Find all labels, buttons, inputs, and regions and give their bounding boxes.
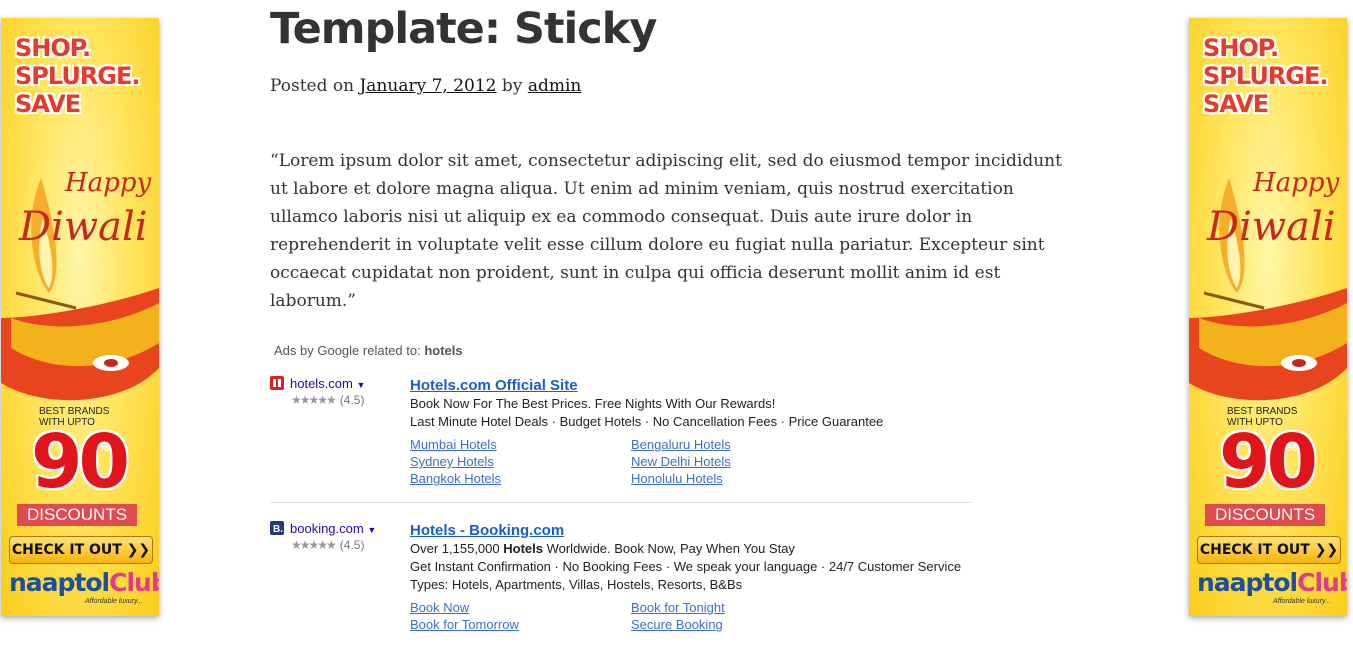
right-ad-banner[interactable]: SHOP. SPLURGE. SAVE Happy Diwali BEST BR… (1189, 18, 1347, 616)
posted-on-label: Posted on (270, 76, 355, 96)
sitelink-new-delhi-hotels[interactable]: New Delhi Hotels (631, 453, 731, 470)
banner-percent-sign: % (99, 442, 109, 454)
dropdown-arrow-icon[interactable]: ▼ (357, 380, 366, 390)
sitelink-secure-booking[interactable]: Secure Booking (631, 616, 723, 633)
left-ad-banner[interactable]: SHOP. SPLURGE. SAVE Happy Diwali BEST BR… (1, 18, 159, 616)
sitelink-book-for-tonight[interactable]: Book for Tonight (631, 599, 725, 616)
banner-headline: SHOP. SPLURGE. SAVE (1203, 34, 1329, 118)
banner-best-brands-line: BEST BRANDS (39, 406, 110, 417)
naaptol-club-logo: naaptolClub (1197, 568, 1347, 597)
ad-description-line: Over 1,155,000 Hotels Worldwide. Book No… (410, 540, 970, 558)
logo-text-club: Club (109, 568, 159, 597)
logo-text-club: Club (1297, 568, 1347, 597)
ad-domain[interactable]: booking.com (290, 521, 364, 536)
ad-title-link[interactable]: Hotels.com Official Site (410, 376, 970, 395)
sitelink-bengaluru-hotels[interactable]: Bengaluru Hotels (631, 436, 731, 453)
banner-diwali-text: Diwali (1207, 204, 1336, 250)
sitelink-honolulu-hotels[interactable]: Honolulu Hotels (631, 470, 723, 487)
post-meta: Posted on January 7, 2012 by admin (270, 76, 581, 96)
ad-unit-hotels: hotels.com ▼ ★★★★★ (4.5) Hotels.com Offic… (270, 376, 972, 496)
ad-domain[interactable]: hotels.com (290, 376, 353, 391)
ad-desc-text: Worldwide. Book Now, Pay When You Stay (542, 541, 795, 556)
banner-tagline: Affordable luxury... (1273, 598, 1331, 605)
ad-rating: ★★★★★ (4.5) (291, 393, 364, 407)
banner-splurge-text: SPLURGE. (1203, 62, 1329, 90)
banner-discounts-label: DISCOUNTS (1205, 504, 1325, 526)
banner-save-text: SAVE (1203, 90, 1269, 118)
sitelink-book-now[interactable]: Book Now (410, 599, 469, 616)
post-date-link[interactable]: January 7, 2012 (359, 76, 496, 96)
ad-sitelinks: Book Now Book for Tonight Book for Tomor… (410, 599, 970, 653)
ad-divider (270, 502, 971, 503)
banner-headline: SHOP. SPLURGE. SAVE (15, 34, 141, 118)
banner-save-text: SAVE (15, 90, 81, 118)
ad-text-column: Hotels.com Official Site Book Now For Th… (410, 376, 970, 490)
svg-text:B.: B. (273, 524, 283, 535)
ads-header: Ads by Google related to: hotels (274, 343, 463, 358)
check-it-out-button[interactable]: CHECK IT OUT ❯❯ (1197, 536, 1341, 564)
logo-text-naaptol: naaptol (9, 568, 110, 597)
ad-desc-text: Over 1,155,000 (410, 541, 504, 556)
ad-sitelinks: Mumbai Hotels Bengaluru Hotels Sydney Ho… (410, 436, 970, 490)
post-title: Template: Sticky (270, 4, 657, 54)
banner-percent-sign: % (1287, 442, 1297, 454)
sitelink-sydney-hotels[interactable]: Sydney Hotels (410, 453, 494, 470)
banner-discount-number: 90 (31, 419, 130, 505)
banner-splurge-text: SPLURGE. (15, 62, 141, 90)
banner-diwali-text: Diwali (19, 204, 148, 250)
banner-shop-text: SHOP. (1203, 34, 1279, 62)
banner-discounts-label: DISCOUNTS (17, 504, 137, 526)
naaptol-club-logo: naaptolClub (9, 568, 159, 597)
post-body: “Lorem ipsum dolor sit amet, consectetur… (270, 151, 1062, 311)
ad-description-line: Get Instant Confirmation · No Booking Fe… (410, 559, 962, 574)
banner-best-brands-line: BEST BRANDS (1227, 406, 1298, 417)
banner-happy-text: Happy (65, 168, 152, 198)
ad-rating: ★★★★★ (4.5) (291, 538, 364, 552)
ad-title-link[interactable]: Hotels - Booking.com (410, 521, 970, 540)
ad-description-line: Last Minute Hotel Deals · Budget Hotels … (410, 414, 884, 429)
star-rating-icon: ★★★★★ (291, 538, 337, 552)
ad-desc-keyword: Hotels (503, 541, 543, 556)
booking-favicon-icon: B. (270, 521, 284, 535)
rating-value: (4.5) (339, 393, 365, 407)
ad-display-url[interactable]: hotels.com ▼ (270, 376, 365, 391)
check-it-out-button[interactable]: CHECK IT OUT ❯❯ (9, 536, 153, 564)
rating-value: (4.5) (339, 538, 365, 552)
dropdown-arrow-icon[interactable]: ▼ (367, 525, 376, 535)
sitelink-bangkok-hotels[interactable]: Bangkok Hotels (410, 470, 501, 487)
ad-description-line: Book Now For The Best Prices. Free Night… (410, 396, 776, 411)
banner-discount-number: 90 (1219, 419, 1318, 505)
author-link[interactable]: admin (528, 76, 582, 96)
sitelink-mumbai-hotels[interactable]: Mumbai Hotels (410, 436, 497, 453)
ad-unit-booking: B. booking.com ▼ ★★★★★ (4.5) Hotels - Book… (270, 521, 972, 632)
star-rating-icon: ★★★★★ (291, 393, 337, 407)
ad-display-url[interactable]: B. booking.com ▼ (270, 521, 376, 536)
banner-happy-text: Happy (1253, 168, 1340, 198)
banner-tagline: Affordable luxury... (85, 598, 143, 605)
by-label: by (501, 76, 523, 96)
ads-header-prefix: Ads by Google related to: (274, 343, 421, 358)
ads-header-keyword: hotels (424, 343, 463, 358)
ad-description-line: Types: Hotels, Apartments, Villas, Hoste… (410, 577, 743, 592)
ad-text-column: Hotels - Booking.com Over 1,155,000 Hote… (410, 521, 970, 653)
logo-text-naaptol: naaptol (1197, 568, 1298, 597)
sitelink-book-for-tomorrow[interactable]: Book for Tomorrow (410, 616, 519, 633)
banner-shop-text: SHOP. (15, 34, 91, 62)
hotels-favicon-icon (270, 376, 284, 390)
